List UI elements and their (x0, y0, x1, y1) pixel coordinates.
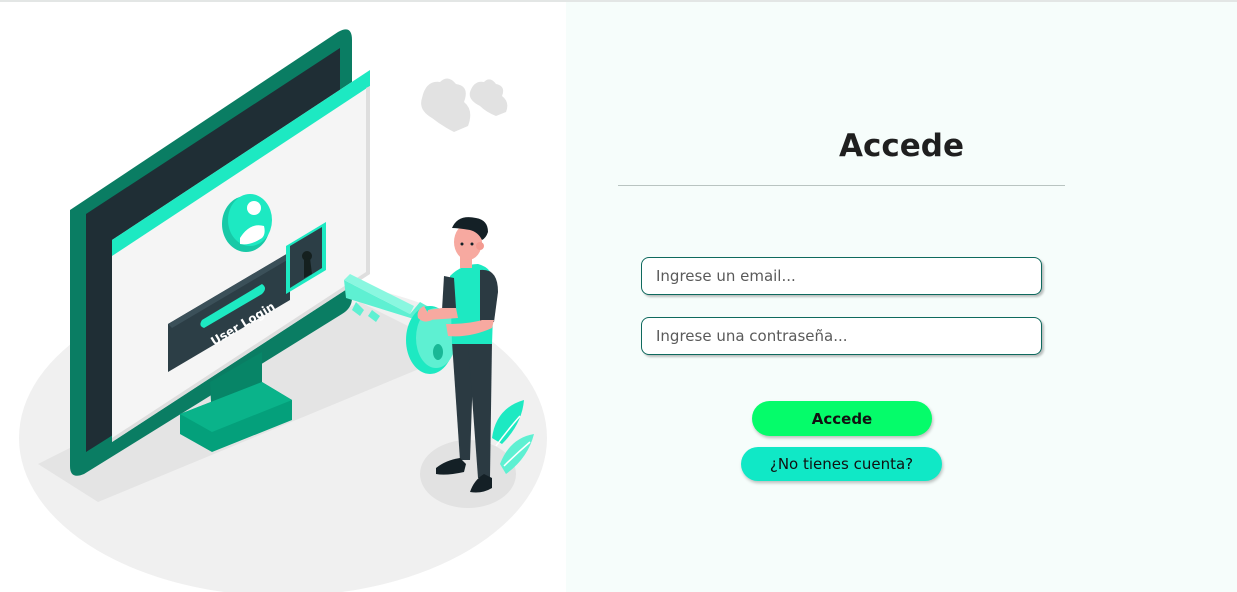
register-link-button[interactable]: ¿No tienes cuenta? (741, 447, 942, 481)
login-illustration: User Login (0, 2, 566, 592)
login-button[interactable]: Accede (752, 401, 932, 436)
password-input[interactable] (641, 317, 1042, 355)
login-panel: Accede Accede ¿No tienes cuenta? (566, 2, 1237, 592)
title-divider (618, 185, 1065, 186)
illustration-svg: User Login (19, 29, 547, 592)
email-input[interactable] (641, 257, 1042, 295)
page-title: Accede (839, 128, 964, 164)
